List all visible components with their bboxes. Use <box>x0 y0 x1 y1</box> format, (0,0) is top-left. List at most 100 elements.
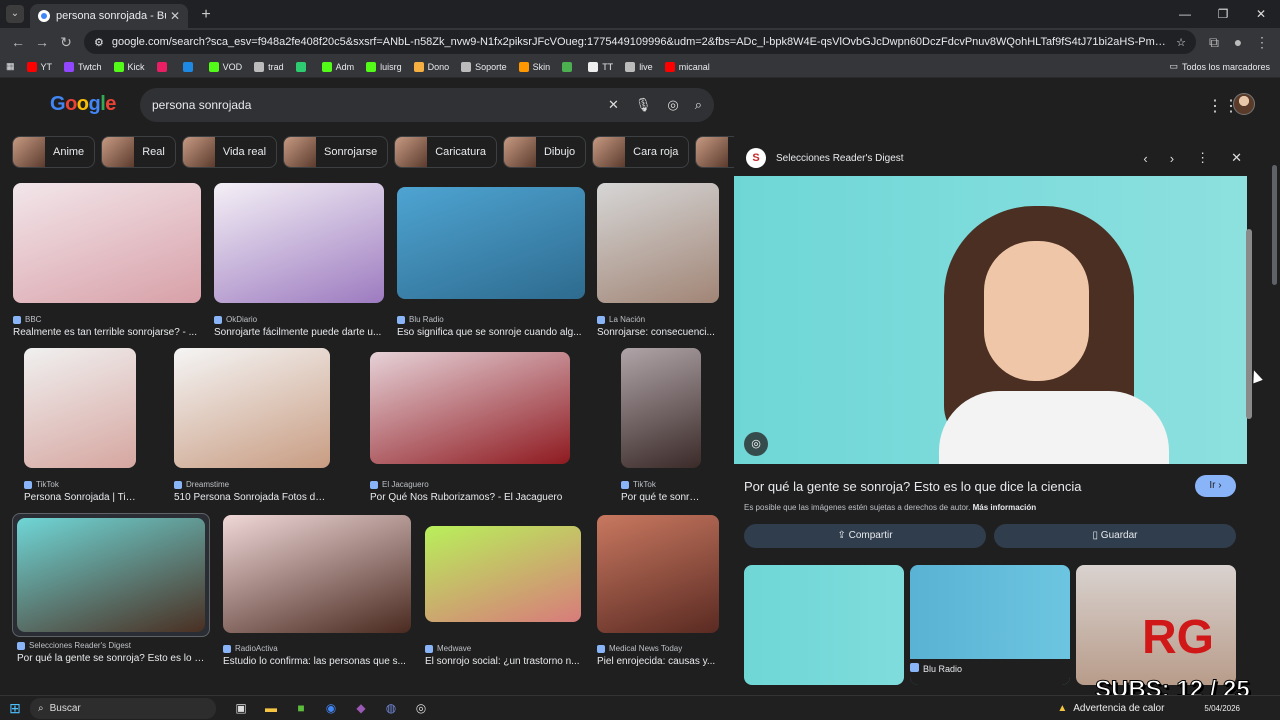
filter-chip[interactable]: Caricatura <box>394 136 497 168</box>
new-tab-button[interactable]: + <box>196 5 216 25</box>
filter-chip[interactable]: Real <box>101 136 176 168</box>
address-bar[interactable]: ⚙ google.com/search?sca_esv=f948a2fe408f… <box>84 30 1196 54</box>
clock-date[interactable]: 5/04/2026 <box>1204 704 1240 713</box>
image-result-card[interactable]: RadioActiva Estudio lo confirma: las pers… <box>223 515 411 667</box>
bookmark-item[interactable] <box>156 61 171 72</box>
image-result-card[interactable]: El Jacaguero Por Qué Nos Ruborizamos? - E… <box>370 352 570 503</box>
image-result-card[interactable]: OkDiario Sonrojarte fácilmente puede dart… <box>214 183 384 338</box>
more-info-link[interactable]: Más información <box>973 503 1037 512</box>
filter-chip[interactable]: Vida real <box>181 136 278 168</box>
go-button[interactable]: Ir › <box>1195 475 1236 497</box>
profile-icon[interactable]: ● <box>1226 30 1250 54</box>
image-result-card[interactable]: BBC Realmente es tan terrible sonrojarse?… <box>13 183 201 338</box>
result-image[interactable] <box>17 518 205 632</box>
result-image[interactable] <box>24 348 136 468</box>
preview-image[interactable]: ◎ <box>734 176 1247 464</box>
save-button[interactable]: ▯ Guardar <box>994 524 1236 548</box>
image-result-card[interactable]: TikTok Por qué te sonrojas tant... <box>621 348 701 503</box>
search-box[interactable]: persona sonrojada ✕ 🎙 ◎ ⌕ <box>140 88 714 122</box>
close-panel-icon[interactable]: ✕ <box>1231 150 1242 166</box>
bookmark-item[interactable]: Adm <box>321 61 354 72</box>
result-caption[interactable]: Sonrojarte fácilmente puede darte u... <box>214 327 384 338</box>
bookmark-item[interactable]: micanal <box>664 61 710 72</box>
clear-icon[interactable]: ✕ <box>608 97 619 113</box>
result-image[interactable] <box>597 183 719 303</box>
image-result-card[interactable]: TikTok Persona Sonrojada | TikTok <box>24 348 136 503</box>
browser-tab-active[interactable]: persona sonrojada - Buscar con Google ✕ <box>30 4 188 28</box>
app-icon[interactable]: ◆ <box>346 697 376 719</box>
result-caption[interactable]: 510 Persona Sonrojada Fotos de sto... <box>174 492 330 503</box>
result-source[interactable]: Medwave <box>425 644 581 653</box>
discord-icon[interactable]: ◍ <box>376 697 406 719</box>
result-caption[interactable]: Por qué la gente se sonroja? Esto es lo … <box>17 653 207 664</box>
bookmark-item[interactable]: trad <box>254 61 284 72</box>
result-image[interactable] <box>597 515 719 633</box>
chrome-icon[interactable]: ◉ <box>316 697 346 719</box>
result-source[interactable]: RadioActiva <box>223 644 411 653</box>
prev-image-icon[interactable]: ‹ <box>1143 151 1147 166</box>
filter-chip[interactable]: Dibujo <box>502 136 587 168</box>
page-scrollbar[interactable] <box>1272 165 1277 285</box>
close-window-button[interactable]: ✕ <box>1242 0 1280 28</box>
reload-button[interactable]: ↻ <box>54 30 78 54</box>
taskbar-search[interactable]: ⌕ Buscar <box>30 697 216 719</box>
restore-button[interactable]: ❐ <box>1204 0 1242 28</box>
result-source[interactable]: OkDiario <box>214 315 384 324</box>
result-image[interactable] <box>397 187 585 299</box>
result-source[interactable]: La Nación <box>597 315 719 324</box>
related-image-1[interactable] <box>744 565 904 685</box>
forward-button[interactable]: → <box>30 30 54 54</box>
result-image[interactable] <box>425 526 581 622</box>
windows-start-icon[interactable]: ⊞ <box>0 700 30 717</box>
result-image[interactable] <box>223 515 411 633</box>
panel-scrollbar[interactable] <box>1246 229 1252 419</box>
result-source[interactable]: TikTok <box>24 480 136 489</box>
result-image[interactable] <box>214 183 384 303</box>
bookmark-star-icon[interactable]: ☆ <box>1176 36 1186 49</box>
result-source[interactable]: Medical News Today <box>597 644 719 653</box>
result-caption[interactable]: Realmente es tan terrible sonrojarse? - … <box>13 327 201 338</box>
bookmark-item[interactable]: Skin <box>518 61 550 72</box>
bookmark-item[interactable]: Soporte <box>461 61 507 72</box>
menu-icon[interactable]: ⋮ <box>1250 30 1274 54</box>
image-result-card[interactable]: Medical News Today Piel enrojecida: causa… <box>597 515 719 667</box>
result-image[interactable] <box>13 183 201 303</box>
panel-title[interactable]: Por qué la gente se sonroja? Esto es lo … <box>744 479 1082 494</box>
lens-icon[interactable]: ◎ <box>744 432 768 456</box>
filter-chip[interactable]: Anime <box>12 136 96 168</box>
result-source[interactable]: El Jacaguero <box>370 480 570 489</box>
apps-grid-icon[interactable]: ▦ <box>6 61 15 72</box>
result-source[interactable]: Blu Radio <box>397 315 585 324</box>
result-image[interactable] <box>621 348 701 468</box>
bookmark-item[interactable]: VOD <box>208 61 242 72</box>
next-image-icon[interactable]: › <box>1170 151 1174 166</box>
bookmark-item[interactable] <box>562 61 576 72</box>
obs-icon[interactable]: ◎ <box>406 697 436 719</box>
bookmark-item[interactable]: Kick <box>113 61 145 72</box>
search-input[interactable]: persona sonrojada <box>152 98 592 112</box>
result-image[interactable] <box>174 348 330 468</box>
share-button[interactable]: ⇪ Compartir <box>744 524 986 548</box>
filter-chip[interactable]: Sonrojarse <box>283 136 389 168</box>
extensions-icon[interactable]: ⧉ <box>1202 30 1226 54</box>
image-result-card[interactable]: Medwave El sonrojo social: ¿un trastorno … <box>425 526 581 667</box>
all-bookmarks[interactable]: ▭ Todos los marcadores <box>1169 61 1270 72</box>
bookmark-item[interactable]: TT <box>588 61 613 72</box>
bookmark-item[interactable] <box>295 61 310 72</box>
bookmark-item[interactable]: live <box>625 61 653 72</box>
result-caption[interactable]: Eso significa que se sonroje cuando alg.… <box>397 327 585 338</box>
avatar[interactable] <box>1233 93 1255 115</box>
site-info-icon[interactable]: ⚙ <box>94 36 104 49</box>
result-caption[interactable]: Por Qué Nos Ruborizamos? - El Jacaguero <box>370 492 570 503</box>
tab-search-button[interactable]: ⌄ <box>6 5 24 23</box>
related-image-2[interactable]: Blu Radio <box>910 565 1070 685</box>
bookmark-item[interactable]: YT <box>26 61 52 72</box>
more-options-icon[interactable]: ⋮ <box>1196 150 1209 166</box>
result-source[interactable]: Dreamstime <box>174 480 330 489</box>
result-caption[interactable]: Piel enrojecida: causas y... <box>597 656 719 667</box>
bookmark-item[interactable] <box>182 61 197 72</box>
search-icon[interactable]: ⌕ <box>695 97 702 113</box>
microphone-icon[interactable]: 🎙 <box>635 97 652 113</box>
image-result-card[interactable]: Blu Radio Eso significa que se sonroje cu… <box>397 187 585 338</box>
bookmark-item[interactable]: Twtch <box>64 61 102 72</box>
